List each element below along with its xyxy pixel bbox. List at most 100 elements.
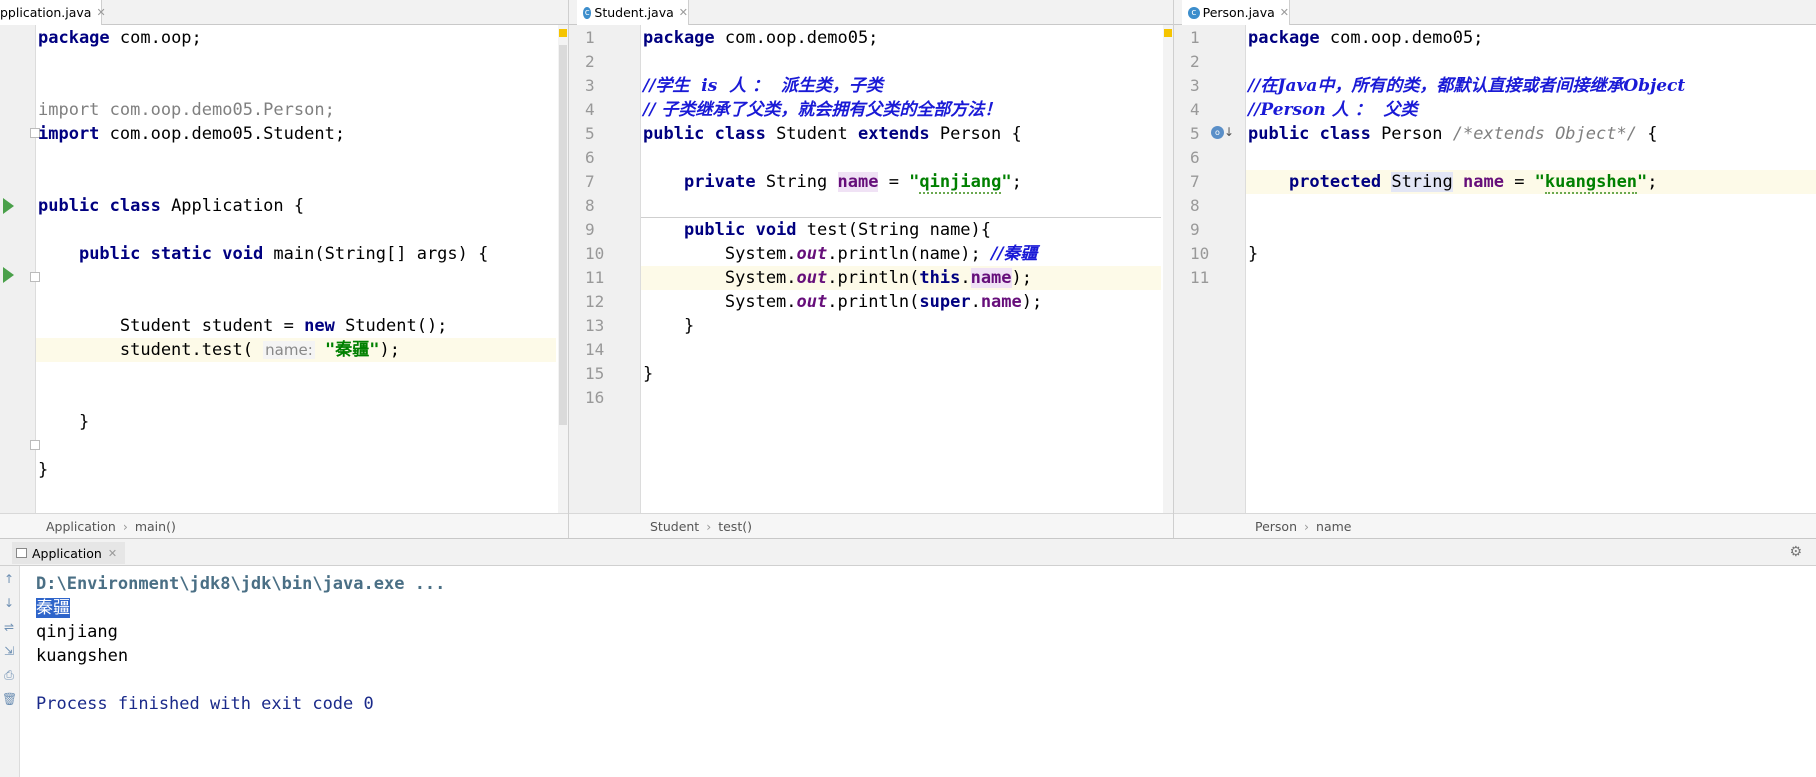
- code-line[interactable]: [1246, 194, 1816, 218]
- line-number[interactable]: 4: [569, 98, 619, 122]
- line-number[interactable]: 11: [569, 266, 619, 290]
- line-number[interactable]: 10: [569, 242, 619, 266]
- line-number[interactable]: 8: [569, 194, 619, 218]
- code-line[interactable]: package com.oop.demo05;: [1246, 26, 1816, 50]
- gear-icon[interactable]: ⚙: [1789, 544, 1802, 560]
- code-line[interactable]: [36, 290, 556, 314]
- code-line[interactable]: [1246, 50, 1816, 74]
- code-line[interactable]: student.test( name: "秦疆");: [36, 338, 556, 362]
- code-line[interactable]: public class Application {: [36, 194, 556, 218]
- code-line[interactable]: }: [36, 458, 556, 482]
- tab-application-java[interactable]: pplication.java ✕: [0, 0, 106, 25]
- line-number[interactable]: 1: [1174, 26, 1224, 50]
- line-number[interactable]: 9: [1174, 218, 1224, 242]
- code-line[interactable]: import com.oop.demo05.Student;: [36, 122, 556, 146]
- line-number[interactable]: 2: [1174, 50, 1224, 74]
- code-area[interactable]: package com.oop; import com.oop.demo05.Pe…: [36, 25, 556, 513]
- run-icon[interactable]: [3, 198, 14, 214]
- code-line[interactable]: [1246, 266, 1816, 290]
- code-line[interactable]: [36, 362, 556, 386]
- code-line[interactable]: [36, 266, 556, 290]
- code-line[interactable]: private String name = "qinjiang";: [641, 170, 1161, 194]
- line-number[interactable]: 16: [569, 386, 619, 410]
- breadcrumb-item[interactable]: Application: [46, 519, 116, 534]
- code-line[interactable]: public static void main(String[] args) {: [36, 242, 556, 266]
- code-line[interactable]: [36, 218, 556, 242]
- close-icon[interactable]: ✕: [1280, 6, 1289, 19]
- code-area[interactable]: package com.oop.demo05; //在Java中，所有的类，都默认…: [1246, 25, 1816, 513]
- code-line[interactable]: [36, 386, 556, 410]
- breadcrumb-item[interactable]: test(): [718, 519, 752, 534]
- editor-scrollbar[interactable]: [1163, 25, 1173, 513]
- code-line[interactable]: System.out.println(name); //秦疆: [641, 242, 1161, 266]
- code-line[interactable]: [641, 50, 1161, 74]
- code-line[interactable]: [36, 74, 556, 98]
- code-line[interactable]: }: [1246, 242, 1816, 266]
- trash-icon[interactable]: 🗑: [2, 692, 17, 706]
- code-line[interactable]: package com.oop;: [36, 26, 556, 50]
- close-icon[interactable]: ✕: [108, 547, 117, 560]
- line-number[interactable]: 6: [1174, 146, 1224, 170]
- code-line[interactable]: [36, 434, 556, 458]
- code-line[interactable]: // 子类继承了父类，就会拥有父类的全部方法！: [641, 98, 1161, 122]
- code-line[interactable]: Student student = new Student();: [36, 314, 556, 338]
- line-number[interactable]: 3: [1174, 74, 1224, 98]
- line-number[interactable]: 4: [1174, 98, 1224, 122]
- line-number[interactable]: 3: [569, 74, 619, 98]
- line-number[interactable]: 5: [569, 122, 619, 146]
- line-number[interactable]: 11: [1174, 266, 1224, 290]
- code-line[interactable]: [36, 170, 556, 194]
- code-line[interactable]: [36, 50, 556, 74]
- selected-text[interactable]: 秦疆: [36, 598, 70, 618]
- line-number[interactable]: 10: [1174, 242, 1224, 266]
- breadcrumb-item[interactable]: Person: [1255, 519, 1297, 534]
- line-number[interactable]: 2: [569, 50, 619, 74]
- run-icon[interactable]: [3, 267, 14, 283]
- code-line[interactable]: [641, 146, 1161, 170]
- code-line[interactable]: import com.oop.demo05.Person;: [36, 98, 556, 122]
- line-number[interactable]: 13: [569, 314, 619, 338]
- breadcrumb-item[interactable]: main(): [135, 519, 176, 534]
- run-console[interactable]: ↑ ↓ ⇌ ⇲ ⎙ 🗑 D:\Environment\jdk8\jdk\bin\…: [0, 566, 1816, 777]
- close-icon[interactable]: ✕: [96, 6, 105, 19]
- close-icon[interactable]: ✕: [679, 6, 688, 19]
- line-number[interactable]: 9: [569, 218, 619, 242]
- code-line[interactable]: }: [641, 362, 1161, 386]
- soft-wrap-icon[interactable]: ⇌: [2, 620, 16, 634]
- line-number[interactable]: 7: [569, 170, 619, 194]
- code-line[interactable]: System.out.println(super.name);: [641, 290, 1161, 314]
- code-line[interactable]: [1246, 146, 1816, 170]
- code-line[interactable]: package com.oop.demo05;: [641, 26, 1161, 50]
- line-number[interactable]: 7: [1174, 170, 1224, 194]
- line-number[interactable]: 15: [569, 362, 619, 386]
- line-number[interactable]: 5: [1174, 122, 1224, 146]
- code-line[interactable]: public class Person /*extends Object*/ {: [1246, 122, 1816, 146]
- code-area[interactable]: package com.oop.demo05; //学生 is 人 ： 派生类，子…: [641, 25, 1161, 513]
- code-line[interactable]: public class Student extends Person {: [641, 122, 1161, 146]
- line-number[interactable]: 8: [1174, 194, 1224, 218]
- line-number[interactable]: 12: [569, 290, 619, 314]
- code-line[interactable]: //学生 is 人 ： 派生类，子类: [641, 74, 1161, 98]
- code-line[interactable]: [36, 146, 556, 170]
- code-line[interactable]: [641, 194, 1161, 218]
- breadcrumb-item[interactable]: name: [1316, 519, 1351, 534]
- breadcrumb-item[interactable]: Student: [650, 519, 699, 534]
- scrollbar-thumb[interactable]: [559, 45, 567, 425]
- code-line[interactable]: protected String name = "kuangshen";: [1246, 170, 1816, 194]
- line-number[interactable]: 1: [569, 26, 619, 50]
- code-line[interactable]: public void test(String name){: [641, 218, 1161, 242]
- run-tab-application[interactable]: Application ✕: [12, 542, 126, 564]
- code-line[interactable]: [1246, 218, 1816, 242]
- line-number[interactable]: 6: [569, 146, 619, 170]
- line-number[interactable]: 14: [569, 338, 619, 362]
- arrow-up-icon[interactable]: ↑: [2, 572, 16, 586]
- editor-scrollbar[interactable]: [558, 25, 568, 513]
- scroll-to-end-icon[interactable]: ⇲: [2, 644, 16, 658]
- code-line[interactable]: [641, 338, 1161, 362]
- tab-student-java[interactable]: c Student.java ✕: [577, 0, 689, 25]
- code-line[interactable]: //Person 人 ： 父类: [1246, 98, 1816, 122]
- code-line[interactable]: [641, 386, 1161, 410]
- tab-person-java[interactable]: c Person.java ✕: [1182, 0, 1290, 25]
- code-line[interactable]: }: [641, 314, 1161, 338]
- code-line[interactable]: }: [36, 410, 556, 434]
